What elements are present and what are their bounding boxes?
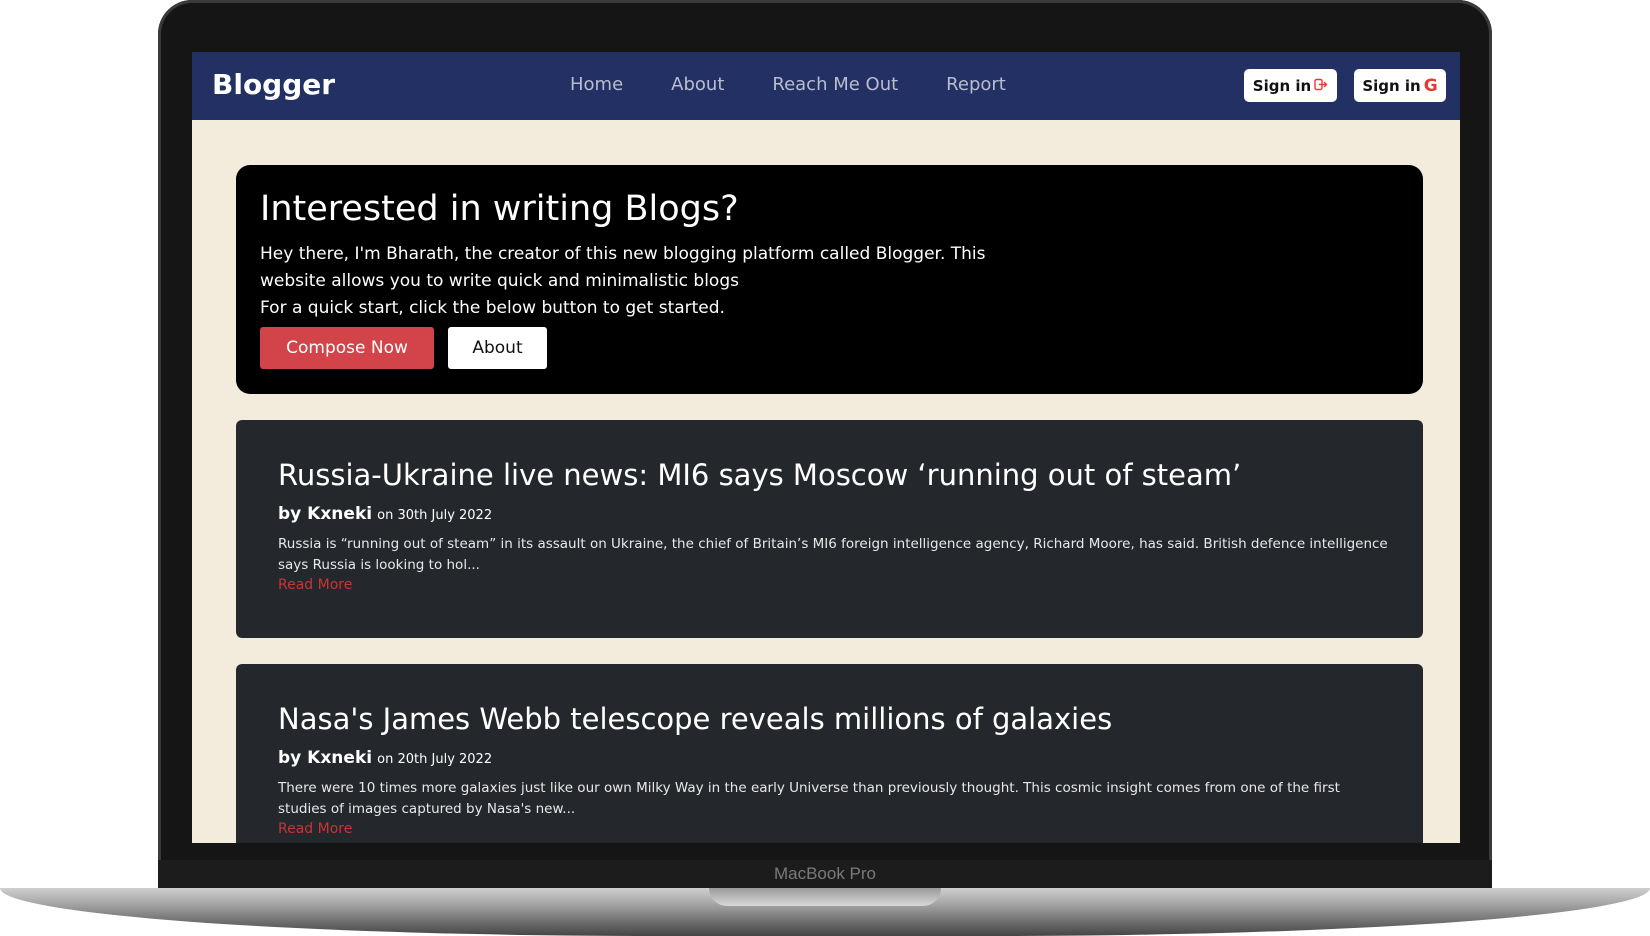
about-button[interactable]: About [448,327,547,369]
post-excerpt: There were 10 times more galaxies just l… [278,780,1340,817]
laptop-notch [709,888,941,906]
nav-link-report[interactable]: Report [946,74,1006,95]
post-card: Nasa's James Webb telescope reveals mill… [236,664,1423,843]
nav-link-home[interactable]: Home [570,74,623,95]
post-meta: by Kxneki on 20th July 2022 [278,748,492,768]
post-title[interactable]: Russia-Ukraine live news: MI6 says Mosco… [278,458,1241,492]
sign-in-google-button[interactable]: Sign in G [1354,69,1446,102]
device-model-label: MacBook Pro [773,864,877,883]
read-more-link[interactable]: Read More [278,577,352,593]
post-date: on 30th July 2022 [377,508,493,523]
sign-in-button[interactable]: Sign in [1244,69,1337,102]
hero-title: Interested in writing Blogs? [260,189,739,229]
brand-logo[interactable]: Blogger [212,68,335,101]
post-date: on 20th July 2022 [377,752,493,767]
nav-link-about[interactable]: About [671,74,724,95]
nav-link-reach-me-out[interactable]: Reach Me Out [772,74,898,95]
sign-in-label: Sign in [1252,76,1312,95]
hero-banner: Interested in writing Blogs? Hey there, … [236,165,1423,394]
post-author: by Kxneki [278,504,373,524]
nav-links: Home About Reach Me Out Report [570,74,1054,95]
hero-body: Hey there, I'm Bharath, the creator of t… [260,241,1020,322]
hero-body-line-1: Hey there, I'm Bharath, the creator of t… [260,244,986,291]
navbar: Blogger Home About Reach Me Out Report S… [192,52,1460,120]
hero-body-line-2: For a quick start, click the below butto… [260,298,725,318]
browser-viewport: Blogger Home About Reach Me Out Report S… [192,52,1460,843]
post-meta: by Kxneki on 30th July 2022 [278,504,492,524]
post-author: by Kxneki [278,748,373,768]
post-card: Russia-Ukraine live news: MI6 says Mosco… [236,420,1423,638]
post-excerpt: Russia is “running out of steam” in its … [278,536,1388,573]
sign-in-google-label: Sign in [1362,76,1421,95]
read-more-link[interactable]: Read More [278,821,352,837]
sign-in-icon [1314,77,1328,95]
google-icon: G [1423,75,1438,96]
post-title[interactable]: Nasa's James Webb telescope reveals mill… [278,702,1112,736]
compose-now-button[interactable]: Compose Now [260,327,434,369]
